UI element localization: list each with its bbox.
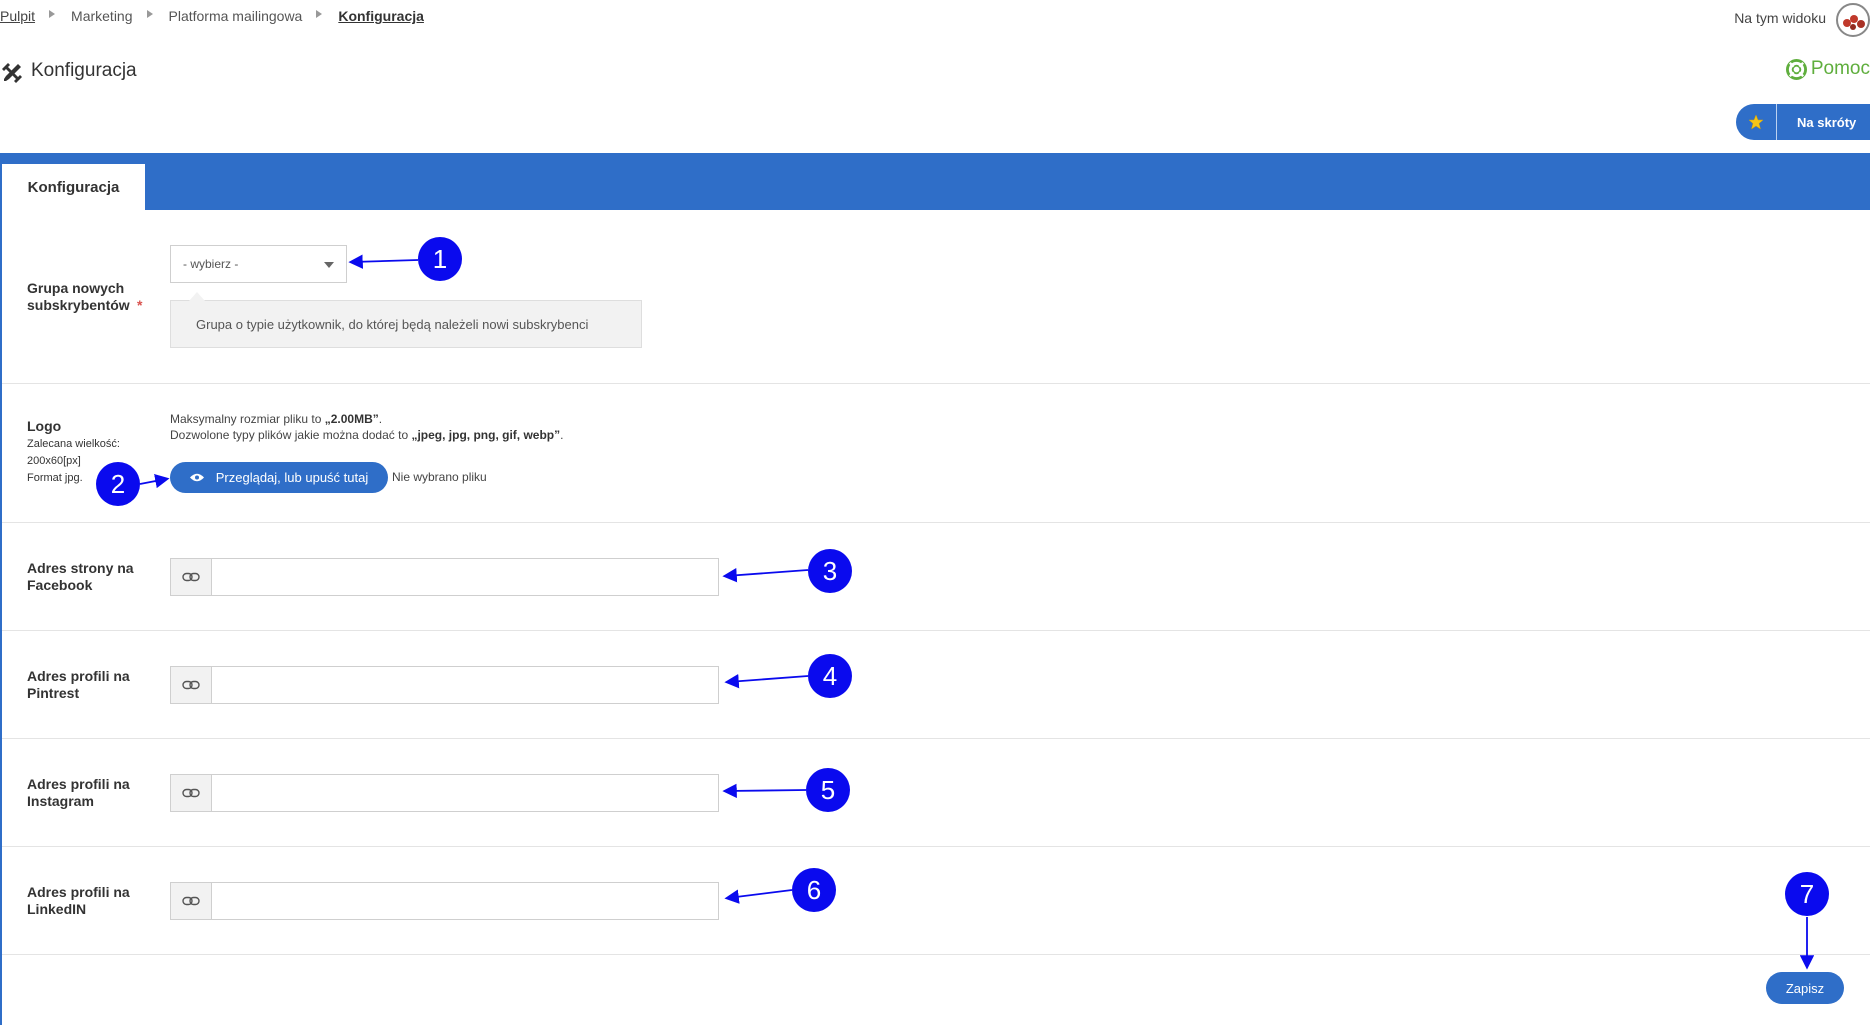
link-icon [171,883,212,919]
facebook-label-line2: Facebook [27,577,93,593]
instagram-url-group [170,774,719,812]
breadcrumb-item-marketing[interactable]: Marketing [71,8,132,24]
logo-label: Logo [27,418,62,434]
max-size-prefix: Maksymalny rozmiar pliku to [170,412,325,426]
breadcrumb-separator-icon [316,10,323,18]
linkedin-label-line2: LinkedIN [27,901,87,917]
annotation-badge-2: 2 [96,462,140,506]
pinterest-label: Adres profili na Pintrest [27,668,130,702]
pinterest-url-group [170,666,719,704]
breadcrumb-item-mailing[interactable]: Platforma mailingowa [169,8,303,24]
annotation-arrow-1 [348,254,419,269]
types-value: „jpeg, jpg, png, gif, webp” [411,428,561,442]
annotation-arrow-4 [724,674,809,689]
pinterest-label-line2: Pintrest [27,685,80,701]
facebook-label: Adres strony na Facebook [27,560,134,594]
view-options-label[interactable]: Na tym widoku [1734,10,1826,26]
facebook-url-input[interactable] [212,559,718,595]
annotation-badge-3: 3 [808,549,852,593]
types-prefix: Dozwolone typy plików jakie można dodać … [170,428,412,442]
facebook-url-group [170,558,719,596]
breadcrumb-item-pulpit[interactable]: Pulpit [0,8,35,24]
linkedin-label: Adres profili na LinkedIN [27,884,130,918]
annotation-arrow-6 [724,889,793,904]
logo-hint-line3: Format jpg. [27,472,83,484]
save-button[interactable]: Zapisz [1766,972,1844,1004]
divider [2,522,1870,523]
shortcuts-label: Na skróty [1797,114,1857,130]
browse-button[interactable]: Przeglądaj, lub upuść tutaj [170,462,388,493]
instagram-label-line2: Instagram [27,793,94,809]
group-label: Grupa nowych subskrybentów * [27,280,142,314]
avatar-icon [1843,15,1865,30]
types-suffix: . [560,428,564,442]
divider [2,630,1870,631]
divider [2,383,1870,384]
tab-konfiguracja[interactable]: Konfiguracja [2,164,145,210]
tools-icon [2,63,22,83]
logo-hint-line1: Zalecana wielkość: [27,438,120,450]
tab-bar [0,153,1870,210]
breadcrumb-separator-icon [146,10,153,18]
instagram-url-input[interactable] [212,775,718,811]
annotation-badge-7: 7 [1785,872,1829,916]
annotation-badge-6: 6 [792,868,836,912]
annotation-badge-5: 5 [806,768,850,812]
logo-hint-line2: 200x60[px] [27,455,81,467]
help-link[interactable]: Pomoc [1785,58,1870,80]
lifebuoy-icon [1785,58,1807,80]
browse-label: Przeglądaj, lub upuść tutaj [215,470,369,485]
linkedin-url-group [170,882,719,920]
upload-info: Maksymalny rozmiar pliku to „2.00MB”. Do… [170,411,563,443]
avatar[interactable] [1836,3,1870,37]
breadcrumb: Pulpit Marketing Platforma mailingowa Ko… [0,6,424,26]
required-mark: * [137,297,143,313]
annotation-arrow-3 [722,568,809,583]
annotation-arrow-5 [722,783,807,799]
annotation-arrow-2 [139,473,170,489]
shortcuts-button[interactable]: Na skróty [1736,104,1870,140]
divider [2,846,1870,847]
breadcrumb-item-current[interactable]: Konfiguracja [338,8,424,24]
divider [2,738,1870,739]
divider [2,954,1870,955]
star-icon [1736,104,1777,140]
annotation-badge-1: 1 [418,237,462,281]
instagram-label: Adres profili na Instagram [27,776,130,810]
pinterest-label-line1: Adres profili na [27,668,130,684]
breadcrumb-separator-icon [49,10,56,18]
eye-icon [189,473,204,482]
max-size-suffix: . [378,412,383,426]
linkedin-label-line1: Adres profili na [27,884,130,900]
page-title: Konfiguracja [31,60,137,81]
max-size-line: Maksymalny rozmiar pliku to „2.00MB”. [170,411,563,427]
link-icon [171,559,212,595]
no-file-text: Nie wybrano pliku [392,470,487,484]
group-select[interactable]: - wybierz - [170,245,347,283]
types-line: Dozwolone typy plików jakie można dodać … [170,427,563,443]
annotation-badge-4: 4 [808,654,852,698]
facebook-label-line1: Adres strony na [27,560,134,576]
link-icon [171,667,212,703]
group-select-value: - wybierz - [183,257,239,271]
pinterest-url-input[interactable] [212,667,718,703]
group-hint: Grupa o typie użytkownik, do której będą… [170,292,642,348]
link-icon [171,775,212,811]
group-label-text: Grupa nowych subskrybentów [27,280,130,313]
instagram-label-line1: Adres profili na [27,776,130,792]
chevron-down-icon [324,262,334,268]
panel-border [0,210,2,1025]
linkedin-url-input[interactable] [212,883,718,919]
help-label: Pomoc [1810,58,1870,79]
max-size-value: „2.00MB” [324,412,379,426]
